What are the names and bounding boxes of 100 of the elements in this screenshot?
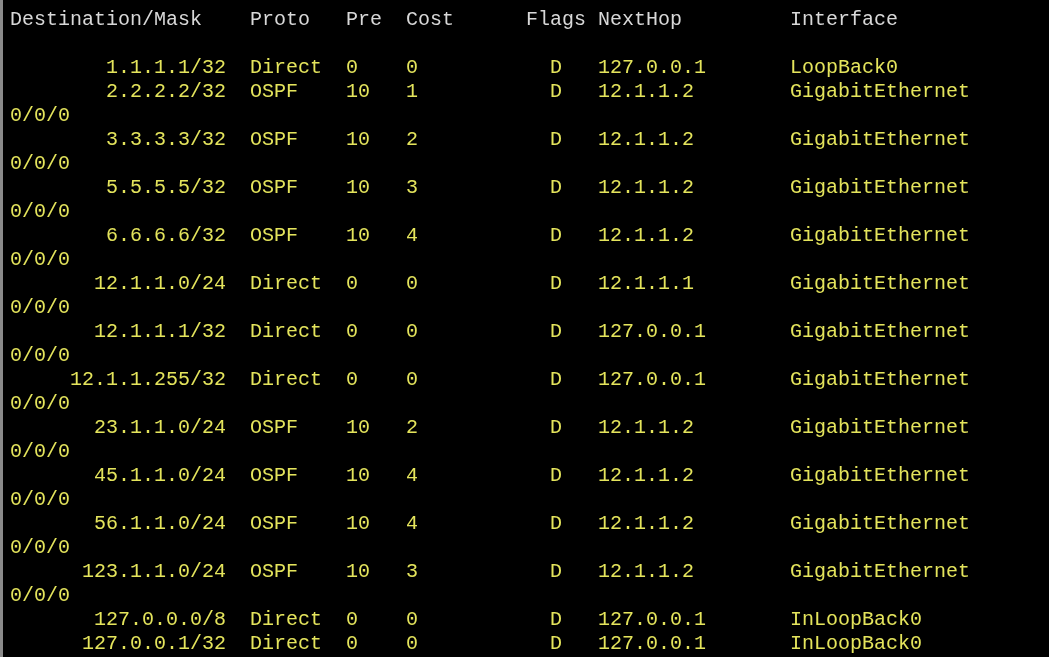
table-cell: GigabitEthernet (790, 416, 971, 440)
table-cell: 0 (406, 320, 419, 344)
table-cell: D (550, 56, 563, 80)
table-cell: D (550, 80, 563, 104)
table-cell: 10 (346, 512, 371, 536)
column-header: Destination/Mask (10, 8, 203, 32)
table-cell: OSPF (250, 464, 299, 488)
table-cell: 56.1.1.0/24 (94, 512, 227, 536)
table-cell: 0/0/0 (10, 392, 70, 415)
table-cell: 12.1.1.1 (598, 272, 695, 296)
table-cell: GigabitEthernet (790, 560, 971, 584)
table-cell: 6.6.6.6/32 (106, 224, 227, 248)
table-cell: 0 (346, 632, 359, 656)
table-cell: 0/0/0 (10, 488, 70, 511)
table-cell: OSPF (250, 224, 299, 248)
table-cell: Direct (250, 56, 323, 80)
table-cell: 4 (406, 512, 419, 536)
table-cell: 10 (346, 560, 371, 584)
table-cell: 12.1.1.2 (598, 176, 695, 200)
table-cell: InLoopBack0 (790, 632, 923, 656)
table-cell: Direct (250, 608, 323, 632)
table-cell: 0 (346, 320, 359, 344)
table-cell: 127.0.0.1 (598, 368, 707, 392)
table-cell: 12.1.1.0/24 (94, 272, 227, 296)
table-cell: D (550, 560, 563, 584)
table-cell: 23.1.1.0/24 (94, 416, 227, 440)
table-cell: 12.1.1.255/32 (70, 368, 227, 392)
table-cell: 0 (346, 272, 359, 296)
table-cell: GigabitEthernet (790, 512, 971, 536)
table-cell: 12.1.1.2 (598, 512, 695, 536)
table-cell: 12.1.1.2 (598, 560, 695, 584)
table-cell: 0/0/0 (10, 248, 70, 271)
table-cell: 10 (346, 80, 371, 104)
table-cell: GigabitEthernet (790, 272, 971, 296)
table-cell: 3 (406, 176, 419, 200)
table-cell: OSPF (250, 80, 299, 104)
table-cell: 10 (346, 176, 371, 200)
table-cell: GigabitEthernet (790, 320, 971, 344)
table-cell: 0/0/0 (10, 440, 70, 463)
column-header: Pre (346, 8, 383, 32)
table-cell: 0 (346, 608, 359, 632)
table-cell: 12.1.1.2 (598, 464, 695, 488)
table-cell: D (550, 464, 563, 488)
table-cell: GigabitEthernet (790, 128, 971, 152)
table-cell: D (550, 272, 563, 296)
table-cell: 10 (346, 416, 371, 440)
table-cell: D (550, 128, 563, 152)
table-cell: 10 (346, 224, 371, 248)
table-cell: OSPF (250, 416, 299, 440)
table-cell: 0/0/0 (10, 344, 70, 367)
table-cell: 0/0/0 (10, 536, 70, 559)
table-cell: 12.1.1.2 (598, 416, 695, 440)
table-cell: D (550, 320, 563, 344)
table-cell: 10 (346, 128, 371, 152)
table-cell: 0/0/0 (10, 200, 70, 223)
table-cell: 0/0/0 (10, 104, 70, 127)
table-cell: 3.3.3.3/32 (106, 128, 227, 152)
table-cell: GigabitEthernet (790, 368, 971, 392)
table-cell: 1.1.1.1/32 (106, 56, 227, 80)
table-cell: 0 (346, 56, 359, 80)
table-cell: 3 (406, 560, 419, 584)
table-cell: 1 (406, 80, 419, 104)
table-cell: OSPF (250, 128, 299, 152)
table-cell: 12.1.1.2 (598, 128, 695, 152)
table-cell: D (550, 416, 563, 440)
table-cell: 12.1.1.2 (598, 224, 695, 248)
table-cell: 127.0.0.1/32 (82, 632, 227, 656)
table-cell: 0/0/0 (10, 584, 70, 607)
table-cell: 5.5.5.5/32 (106, 176, 227, 200)
table-cell: 0 (406, 368, 419, 392)
table-cell: Direct (250, 632, 323, 656)
table-cell: 2 (406, 416, 419, 440)
table-cell: 0 (346, 368, 359, 392)
table-cell: D (550, 224, 563, 248)
table-cell: OSPF (250, 176, 299, 200)
column-header: Flags (526, 8, 587, 32)
table-cell: 4 (406, 464, 419, 488)
table-cell: D (550, 608, 563, 632)
table-cell: Direct (250, 272, 323, 296)
table-cell: GigabitEthernet (790, 176, 971, 200)
table-cell: 127.0.0.1 (598, 608, 707, 632)
table-cell: Direct (250, 368, 323, 392)
table-cell: 10 (346, 464, 371, 488)
table-cell: LoopBack0 (790, 56, 899, 80)
table-cell: 0 (406, 608, 419, 632)
table-cell: 0/0/0 (10, 152, 70, 175)
table-cell: 2 (406, 128, 419, 152)
column-header: Proto (250, 8, 311, 32)
table-cell: 0 (406, 632, 419, 656)
table-cell: 45.1.1.0/24 (94, 464, 227, 488)
column-header: Interface (790, 8, 899, 32)
table-cell: 4 (406, 224, 419, 248)
table-cell: 2.2.2.2/32 (106, 80, 227, 104)
table-cell: 0/0/0 (10, 296, 70, 319)
table-cell: 123.1.1.0/24 (82, 560, 227, 584)
column-header: Cost (406, 8, 455, 32)
table-cell: D (550, 512, 563, 536)
table-cell: 127.0.0.1 (598, 320, 707, 344)
table-cell: D (550, 368, 563, 392)
table-cell: 12.1.1.1/32 (94, 320, 227, 344)
